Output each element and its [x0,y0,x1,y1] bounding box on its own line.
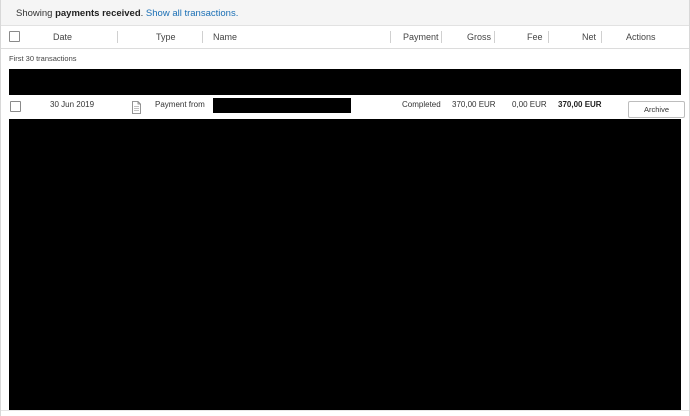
table-row[interactable]: 30 Jun 2019 Payment from Completed 370,0… [9,96,685,118]
panel-border [0,0,1,416]
column-header-net[interactable]: Net [582,26,596,48]
column-header-type[interactable]: Type [156,26,176,48]
column-separator [202,31,203,43]
row-type: Payment from [155,100,205,109]
row-date: 30 Jun 2019 [50,100,95,109]
column-header-date[interactable]: Date [53,26,72,48]
row-fee: 0,00 EUR [512,100,547,109]
show-all-transactions-link[interactable]: Show all transactions. [146,8,238,19]
row-net: 370,00 EUR [558,100,602,109]
status-bar: Showing payments received. Show all tran… [1,0,689,26]
column-header-name[interactable]: Name [213,26,237,48]
column-separator [601,31,602,43]
group-label: First 30 transactions [1,49,689,69]
column-header-payment[interactable]: Payment [403,26,439,48]
divider [1,410,689,411]
redacted-name [213,98,351,113]
column-separator [441,31,442,43]
transactions-panel: Showing payments received. Show all tran… [0,0,690,416]
column-separator [117,31,118,43]
document-icon [132,101,141,114]
select-all-checkbox[interactable] [9,31,20,42]
table-header: Date Type Name Payment Gross Fee Net Act… [1,26,689,49]
column-header-gross[interactable]: Gross [467,26,491,48]
column-separator [548,31,549,43]
row-gross: 370,00 EUR [452,100,496,109]
column-separator [494,31,495,43]
redacted-area [9,119,681,410]
row-select-checkbox[interactable] [10,101,21,112]
redacted-area [9,69,681,95]
row-payment-status: Completed [402,100,441,109]
column-header-fee[interactable]: Fee [527,26,543,48]
column-header-actions: Actions [626,32,656,42]
status-filter-label: payments received [55,8,141,19]
archive-button[interactable]: Archive [628,101,685,118]
status-prefix: Showing [16,8,56,19]
column-separator [390,31,391,43]
